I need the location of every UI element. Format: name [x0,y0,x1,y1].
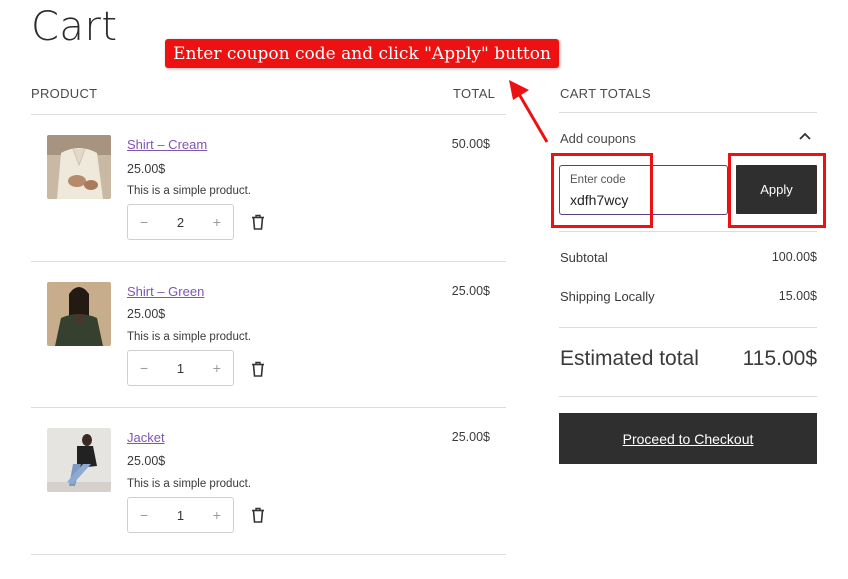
cart-totals-header: CART TOTALS [560,86,651,101]
annotation-highlight-box [551,153,653,228]
trash-icon[interactable] [249,506,267,524]
estimated-total-value: 115.00$ [742,347,817,370]
product-thumbnail-jacket[interactable] [47,428,111,492]
shipping-value: 15.00$ [778,289,817,303]
total-column-header: TOTAL [453,86,496,101]
quantity-decrease-button[interactable]: − [140,214,148,230]
product-column-header: PRODUCT [31,86,98,101]
product-price: 25.00$ [127,454,166,468]
cart-item-row: Shirt – Cream 25.00$ This is a simple pr… [31,115,506,261]
product-description: This is a simple product. [127,185,251,197]
quantity-decrease-button[interactable]: − [140,507,148,523]
product-price: 25.00$ [127,307,166,321]
product-thumbnail-cream-shirt[interactable] [47,135,111,199]
divider [559,112,817,113]
annotation-arrow-icon [509,80,549,143]
quantity-increase-button[interactable]: + [213,507,221,523]
annotation-callout: Enter coupon code and click "Apply" butt… [165,39,559,68]
product-link[interactable]: Shirt – Cream [127,137,207,152]
annotation-highlight-box [728,153,826,228]
divider [559,327,817,328]
quantity-stepper: − 1 + [127,350,234,386]
quantity-stepper: − 2 + [127,204,234,240]
estimated-total-label: Estimated total [560,347,699,370]
divider [559,396,817,397]
cart-item-row: Shirt – Green 25.00$ This is a simple pr… [31,262,506,407]
quantity-value[interactable]: 1 [177,508,184,523]
product-description: This is a simple product. [127,478,251,490]
product-line-total: 50.00$ [451,137,490,151]
proceed-to-checkout-button[interactable]: Proceed to Checkout [559,413,817,464]
add-coupons-toggle[interactable]: Add coupons [560,131,636,146]
quantity-value[interactable]: 2 [177,215,184,230]
product-description: This is a simple product. [127,331,251,343]
quantity-value[interactable]: 1 [177,361,184,376]
quantity-stepper: − 1 + [127,497,234,533]
quantity-increase-button[interactable]: + [213,214,221,230]
page-title: Cart [31,4,118,50]
product-link[interactable]: Shirt – Green [127,284,204,299]
product-link[interactable]: Jacket [127,430,165,445]
divider [31,554,506,555]
divider [559,231,817,232]
product-line-total: 25.00$ [451,430,490,444]
product-line-total: 25.00$ [451,284,490,298]
subtotal-label: Subtotal [560,250,608,265]
trash-icon[interactable] [249,360,267,378]
shipping-label: Shipping Locally [560,289,655,304]
quantity-increase-button[interactable]: + [213,360,221,376]
product-price: 25.00$ [127,162,166,176]
cart-item-row: Jacket 25.00$ This is a simple product. … [31,408,506,554]
chevron-up-icon[interactable] [798,130,812,144]
subtotal-value: 100.00$ [771,250,817,264]
product-thumbnail-green-shirt[interactable] [47,282,111,346]
quantity-decrease-button[interactable]: − [140,360,148,376]
trash-icon[interactable] [249,213,267,231]
